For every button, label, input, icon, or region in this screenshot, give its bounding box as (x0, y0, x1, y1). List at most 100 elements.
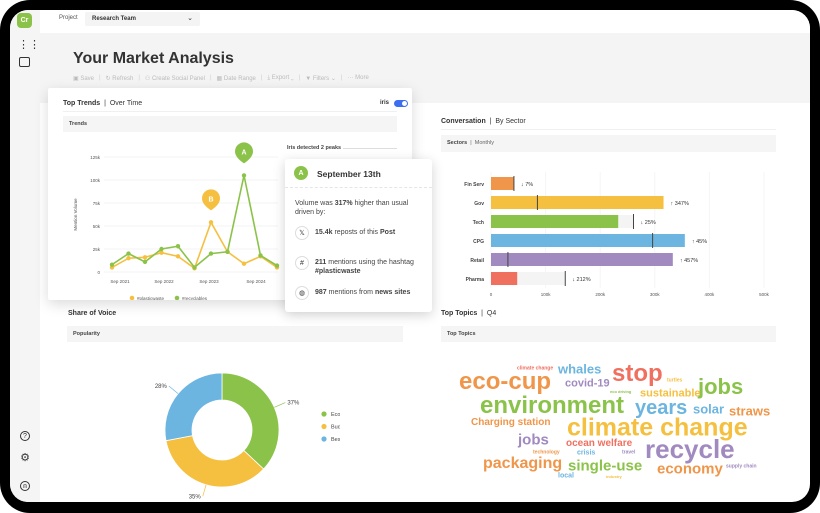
topic-word[interactable]: covid-19 (565, 378, 610, 390)
y-tick-label: 0 (97, 270, 100, 275)
hashtag-icon: # (295, 256, 309, 270)
topics-subtitle: Q4 (486, 310, 497, 317)
topic-word[interactable]: supply chain (726, 464, 757, 470)
tooltip-driver-row: ◍ 987 mentions from news sites (295, 286, 425, 300)
topic-word[interactable]: local (558, 473, 574, 480)
help-icon[interactable]: ? (20, 431, 30, 441)
x-tick-label: 500k (759, 292, 770, 297)
toolbar-label: Date Range (223, 76, 256, 82)
iris-toggle[interactable] (394, 100, 408, 107)
save-icon: ▣ (73, 76, 79, 82)
toolbar-separator: | (260, 75, 263, 81)
topic-word[interactable]: stop (612, 362, 663, 386)
topic-word[interactable]: economy (657, 462, 723, 477)
toolbar-label: More (355, 75, 369, 81)
more-dots-icon: ··· (347, 75, 354, 81)
settings-gear-icon[interactable]: ⚙ (18, 451, 32, 465)
donut-slice (164, 372, 223, 442)
slice-label: 35% (189, 494, 202, 500)
topic-word[interactable]: single-use (568, 459, 642, 474)
data-point (241, 261, 247, 266)
x-tick-label: 300k (650, 292, 661, 297)
filter-icon: ▼ (305, 76, 312, 82)
x-tick-label: 100k (541, 292, 552, 297)
data-point (126, 251, 131, 256)
calendar-icon: ▦ (216, 76, 223, 82)
divider (441, 129, 776, 130)
legend-label: Best Of Range (331, 437, 340, 443)
sectors-label: Sectors (447, 140, 468, 146)
peak-label: A (241, 149, 246, 156)
data-point (258, 253, 263, 258)
user-account-icon[interactable]: ⍝ (20, 481, 30, 491)
date-range-button[interactable]: ▦ Date Range (217, 75, 256, 82)
toolbar-label: Create Social Panel (151, 76, 205, 82)
topics-band: Top Topics (441, 326, 776, 342)
iris-label: iris (380, 100, 390, 106)
topic-word[interactable]: travel (622, 450, 635, 456)
sectors-band: Sectors | Monthly (441, 135, 776, 152)
y-tick-label: 100k (90, 178, 101, 183)
filters-button[interactable]: ▼ Filters ⌄ (305, 75, 336, 82)
toolbar-label: Refresh (112, 76, 134, 82)
more-button[interactable]: ··· More (347, 75, 368, 82)
divider (285, 187, 432, 188)
data-point (208, 251, 214, 256)
change-label: ↓ 25% (641, 220, 656, 226)
panel-layout-icon[interactable] (19, 57, 30, 67)
export-button[interactable]: ⤓ Export ⌄ (267, 75, 293, 82)
topic-word[interactable]: eco-cup (459, 370, 551, 394)
legend-dot (174, 295, 180, 300)
chevron-down-icon: ⌄ (187, 15, 193, 22)
apps-grid-icon[interactable]: ⋮⋮⋮ (18, 38, 51, 52)
tooltip-summary: Volume was 317% higher than usual driven… (295, 200, 409, 216)
data-point (241, 173, 247, 178)
divider (343, 148, 397, 149)
category-label: Fin Serv (464, 182, 484, 188)
conversation-heading: Conversation | By Sector (441, 118, 526, 125)
data-point (142, 259, 148, 265)
topics-heading: Top Topics | Q4 (441, 310, 497, 317)
x-tick-label: 0 (490, 292, 493, 297)
topic-word[interactable]: industry (606, 475, 622, 479)
legend-label: Eco Range (331, 412, 340, 418)
topic-word[interactable]: recycle (645, 436, 735, 462)
project-value: Research Team (92, 16, 136, 22)
topic-word[interactable]: crisis (577, 450, 595, 457)
people-icon: ⚇ (144, 76, 151, 82)
topic-word[interactable]: turtles (667, 378, 682, 384)
topic-word[interactable]: Charging station (471, 418, 550, 428)
toolbar: ▣ Save | ↻ Refresh | ⚇ Create Social Panel | ▦… (73, 75, 369, 82)
topic-word[interactable]: jobs (518, 433, 549, 448)
divider (63, 111, 397, 112)
refresh-button[interactable]: ↻ Refresh (106, 75, 134, 82)
conversation-subtitle: By Sector (495, 118, 526, 125)
y-tick-label: 50k (93, 224, 101, 229)
project-label: Project (59, 15, 78, 21)
bar (491, 196, 664, 209)
tooltip-date: September 13th (317, 169, 381, 179)
download-icon: ⤓ (267, 75, 271, 81)
sov-heading: Share of Voice (68, 310, 116, 317)
app-screen: Cr ⋮⋮⋮ ? ⚙ ⍝ Project Research Team ⌄ Your… (10, 10, 810, 502)
y-tick-label: 25k (93, 247, 101, 252)
sectors-period: Monthly (474, 140, 494, 146)
donut-slice (221, 372, 280, 470)
save-button[interactable]: ▣ Save (73, 75, 94, 82)
app-logo[interactable]: Cr (17, 13, 32, 28)
topic-word[interactable]: ocean welfare (566, 439, 632, 449)
data-point (225, 249, 230, 254)
category-label: CPG (473, 239, 484, 245)
chevron-down-icon: ⌄ (330, 76, 336, 82)
legend-label: #recyclables (182, 296, 208, 300)
topic-word[interactable]: jobs (698, 376, 743, 398)
create-social-panel-button[interactable]: ⚇ Create Social Panel (145, 75, 205, 82)
topic-word[interactable]: whales (558, 363, 601, 376)
toolbar-separator: | (340, 75, 343, 81)
category-label: Retail (470, 258, 484, 264)
trends-subtitle: Over Time (109, 100, 143, 107)
y-tick-label: 125k (90, 155, 101, 160)
project-select[interactable]: Research Team ⌄ (85, 12, 200, 26)
chevron-down-icon: ⌄ (290, 75, 294, 81)
topic-word[interactable]: packaging (483, 456, 562, 472)
